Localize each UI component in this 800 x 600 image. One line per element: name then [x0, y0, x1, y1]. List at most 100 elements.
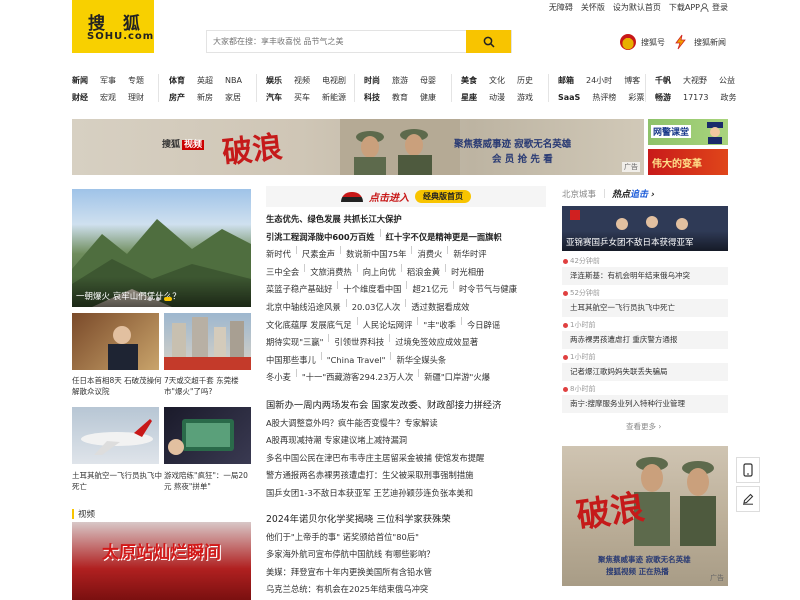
hot-photo[interactable]: 亚锦赛国乒女团不敌日本获得亚军: [562, 206, 728, 251]
sohu-logo[interactable]: 搜 狐 SOHU.com: [72, 0, 154, 53]
nav-item[interactable]: 宏观: [100, 89, 116, 106]
news-link[interactable]: 国乒女团1-3不敌日本获亚军 王艺迪孙颖莎连负张本美和: [266, 485, 473, 503]
timeline-item[interactable]: 记者爆江歌妈妈失联丢失骗局: [562, 363, 728, 381]
news-link[interactable]: 引领世界科技: [334, 334, 384, 352]
news-link[interactable]: "丰"收季: [423, 317, 456, 335]
news-link[interactable]: "China Travel": [327, 352, 386, 370]
video-photo[interactable]: 太原站灿烂瞬间: [72, 522, 251, 600]
news-link[interactable]: 他们于"上帝手的事" 诺奖颁给首位"80后": [266, 529, 419, 547]
classic-entry-bar[interactable]: 点击进入 经典版首页: [266, 186, 546, 207]
search-button[interactable]: [466, 30, 511, 53]
thumb-caption[interactable]: 7天或交超千套 东莞楼市"爆火"了吗?: [164, 375, 254, 397]
news-link[interactable]: 三中全会: [266, 264, 299, 282]
news-link[interactable]: 新华时评: [453, 246, 486, 264]
carousel-dot-active[interactable]: [164, 297, 172, 301]
thumb-caption[interactable]: 土耳其航空一飞行员执飞中死亡: [72, 470, 162, 492]
thumb-photo[interactable]: [72, 407, 159, 464]
news-link[interactable]: 2024年诺贝尔化学奖揭晓 三位科学家获殊荣: [266, 511, 451, 529]
thumb-photo[interactable]: [164, 313, 251, 370]
nav-item[interactable]: 新闻: [72, 72, 88, 89]
news-link[interactable]: 稻浪金黄: [407, 264, 440, 282]
nav-item[interactable]: 畅游: [655, 89, 671, 106]
nav-item[interactable]: 科技: [364, 89, 380, 106]
nav-item[interactable]: 旅游: [392, 72, 408, 89]
news-link[interactable]: 引洮工程润泽陇中600万百姓: [266, 229, 375, 247]
news-link[interactable]: 超21亿元: [412, 281, 447, 299]
nav-item[interactable]: 买车: [294, 89, 310, 106]
news-link[interactable]: 十个维度看中国: [343, 281, 401, 299]
ad-banner[interactable]: 搜狐 视频 破浪 聚焦蔡威事迹 寂歌无名英雄 会 员 抢 先 看 广告: [72, 119, 644, 175]
timeline-item[interactable]: 泽连斯基：有机会明年结束俄乌冲突: [562, 267, 728, 285]
news-link[interactable]: 冬小麦: [266, 369, 291, 387]
nav-item[interactable]: NBA: [225, 72, 242, 89]
news-link[interactable]: 国新办一周内两场发布会 国家发改委、财政部接力拼经济: [266, 397, 501, 415]
timeline-item[interactable]: 南宁:搜摩服务业列入特种行业管理: [562, 395, 728, 413]
nav-item[interactable]: 24小时: [586, 72, 612, 89]
nav-item[interactable]: 博客: [624, 72, 640, 89]
nav-item[interactable]: 理财: [128, 89, 144, 106]
news-link[interactable]: 警方通报两名赤裸男孩遭虐打：生父被采取刑事强制措施: [266, 467, 473, 485]
news-link[interactable]: 时令节气与健康: [459, 281, 517, 299]
download-app-link[interactable]: 下载APP: [669, 2, 700, 13]
news-link[interactable]: A股大调整意外吗？疯牛能否变慢牛？专家解读: [266, 415, 438, 433]
nav-item[interactable]: SaaS: [558, 89, 580, 106]
accessibility-link[interactable]: 无障碍: [549, 2, 573, 13]
nav-item[interactable]: 文化: [489, 72, 505, 89]
nav-item[interactable]: 美食: [461, 72, 477, 89]
care-version-link[interactable]: 关怀版: [581, 2, 605, 13]
carousel-dot[interactable]: [148, 297, 152, 301]
news-link[interactable]: 人民论坛网评: [363, 317, 413, 335]
nav-item[interactable]: 母婴: [420, 72, 436, 89]
classic-homepage-button[interactable]: 经典版首页: [415, 190, 471, 203]
news-link[interactable]: 尺素金声: [302, 246, 335, 264]
timeline-item[interactable]: 土耳其航空一飞行员执飞中死亡: [562, 299, 728, 317]
thumb-photo[interactable]: [72, 313, 159, 370]
nav-item[interactable]: 邮箱: [558, 72, 574, 89]
news-link[interactable]: 消费火: [417, 246, 442, 264]
set-homepage-link[interactable]: 设为默认首页: [613, 2, 661, 13]
nav-item[interactable]: 健康: [420, 89, 436, 106]
nav-item[interactable]: 视频: [294, 72, 310, 89]
nav-item[interactable]: 财经: [72, 89, 88, 106]
feedback-button[interactable]: [736, 486, 760, 512]
news-link[interactable]: 新华全媒头条: [396, 352, 446, 370]
nav-item[interactable]: 家居: [225, 89, 241, 106]
nav-item[interactable]: 新能源: [322, 89, 346, 106]
news-link[interactable]: 新时代: [266, 246, 291, 264]
nav-item[interactable]: 动漫: [489, 89, 505, 106]
focus-photo[interactable]: 一朝爆火 哀牢山們凭什么？: [72, 189, 251, 307]
news-link[interactable]: A股再现减持潮 专家建议堵上减持漏洞: [266, 432, 407, 450]
news-link[interactable]: 今日辟谣: [467, 317, 500, 335]
video-title[interactable]: 视频: [78, 508, 95, 520]
nav-item[interactable]: 政务: [720, 89, 736, 106]
news-link[interactable]: 菜篮子稳产基础好: [266, 281, 332, 299]
news-link[interactable]: 生态优先、绿色发展 共抓长江大保护: [266, 211, 402, 229]
nav-item[interactable]: 教育: [392, 89, 408, 106]
thumb-caption[interactable]: 游戏陪练"疯狂"：一局20元 熬夜"拼单": [164, 470, 254, 492]
thumb-caption[interactable]: 任日本首相8天 石破茂操何解散众议院: [72, 375, 162, 397]
nav-item[interactable]: 彩票: [628, 89, 644, 106]
news-link[interactable]: "十一"西藏游客294.23万人次: [302, 369, 413, 387]
nav-item[interactable]: 星座: [461, 89, 477, 106]
sohu-news-link[interactable]: 搜狐新闻: [673, 34, 726, 50]
nav-item[interactable]: 游戏: [517, 89, 533, 106]
carousel-dot[interactable]: [156, 297, 160, 301]
nav-item[interactable]: 电视剧: [322, 72, 346, 89]
nav-item[interactable]: 房产: [169, 89, 185, 106]
news-link[interactable]: 20.03亿人次: [352, 299, 401, 317]
news-link[interactable]: 时光相册: [451, 264, 484, 282]
side-ad[interactable]: 破浪 聚焦蔡威事迹 寂歌无名英雄 搜狐视频 正在热播 广告: [562, 446, 728, 586]
news-link[interactable]: 过境免签效应成效显著: [395, 334, 478, 352]
nav-item[interactable]: 体育: [169, 72, 185, 89]
news-link[interactable]: 多名中国公民在津巴布韦寺庄主居留采金被捕 使馆发布提醒: [266, 450, 484, 468]
news-link[interactable]: 北京中轴线沿途风景: [266, 299, 341, 317]
nav-item[interactable]: 大视野: [683, 72, 707, 89]
news-link[interactable]: 乌克兰总统：有机会在2025年结束俄乌冲突: [266, 581, 428, 599]
nav-item[interactable]: 17173: [683, 89, 708, 106]
hot-tab[interactable]: 热点追击 ›: [612, 187, 655, 200]
nav-item[interactable]: 新房: [197, 89, 213, 106]
news-link[interactable]: 文旅消费热: [310, 264, 352, 282]
nav-item[interactable]: 时尚: [364, 72, 380, 89]
news-link[interactable]: 多家海外航司宣布停航中国航线 有哪些影响？: [266, 546, 435, 564]
news-link[interactable]: 透过数据看成效: [411, 299, 469, 317]
